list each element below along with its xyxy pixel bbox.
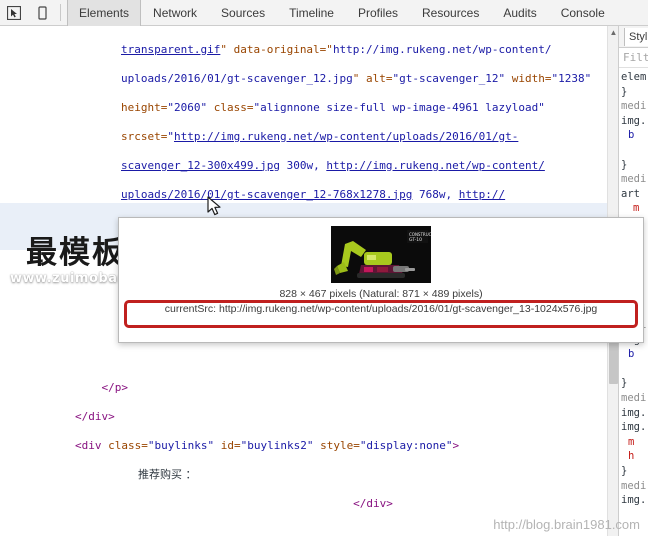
tab-profiles[interactable]: Profiles <box>346 0 410 26</box>
devtools-toolbar: Elements Network Sources Timeline Profil… <box>0 0 648 26</box>
styles-filter-input[interactable]: Filter <box>619 48 648 68</box>
tab-console[interactable]: Console <box>549 0 617 26</box>
tab-resources[interactable]: Resources <box>410 0 491 26</box>
code-token: > <box>452 438 460 452</box>
code-line: </p> <box>75 381 602 396</box>
style-rule-line: medi <box>621 479 647 492</box>
code-line: uploads/2016/01/gt-scavenger_12.jpg" alt… <box>121 72 598 87</box>
style-rule-line: medi <box>621 100 647 113</box>
style-rule-line: img. <box>621 406 647 419</box>
code-token[interactable]: uploads/2016/01/gt-scavenger_12-768x1278… <box>121 188 412 201</box>
style-rule-line: medi <box>621 392 647 405</box>
toolbar-divider <box>60 4 61 21</box>
code-token: srcset= <box>121 129 168 143</box>
code-line: 推荐购买 ： <box>75 468 602 483</box>
code-token: class= <box>207 100 254 114</box>
code-token: "alignnone size-full wp-image-4961 lazyl… <box>253 100 545 114</box>
code-token: 300w, <box>279 158 327 172</box>
style-rule-line: b <box>628 129 635 142</box>
device-toolbar-icon[interactable] <box>28 0 56 25</box>
scroll-up-arrow-icon[interactable]: ▲ <box>609 28 618 38</box>
code-token: class= <box>101 438 148 452</box>
code-line: height="2060" class="alignnone size-full… <box>121 101 598 116</box>
styles-tab-bar: Styl <box>619 26 648 48</box>
code-line: srcset="http://img.rukeng.net/wp-content… <box>121 130 598 145</box>
inspect-element-icon[interactable] <box>0 0 28 25</box>
code-token: "gt-scavenger_12" <box>392 71 506 85</box>
tab-elements[interactable]: Elements <box>67 0 142 26</box>
code-token: style= <box>313 438 360 452</box>
style-rule-line: medi <box>621 173 647 186</box>
style-rule-line: m <box>628 435 635 448</box>
code-token: <div <box>75 438 102 452</box>
code-token: " <box>167 129 174 143</box>
dom-tree-bottom[interactable]: </p> </div> <div class="buylinks" id="bu… <box>0 366 610 536</box>
image-current-src-text: currentSrc: http://img.rukeng.net/wp-con… <box>119 303 643 315</box>
code-token: "1238" <box>551 71 592 85</box>
image-dimensions-text: 828 × 467 pixels (Natural: 871 × 489 pix… <box>279 288 483 300</box>
style-rule-line: } <box>621 85 628 98</box>
code-token[interactable]: http://img.rukeng.net/wp-content/ <box>326 159 545 172</box>
style-rule-line: img. <box>621 421 647 434</box>
style-rule-line <box>621 143 648 158</box>
devtools-tab-bar: Elements Network Sources Timeline Profil… <box>67 0 617 26</box>
code-token: </div> <box>353 496 393 510</box>
tab-network[interactable]: Network <box>141 0 209 26</box>
image-thumbnail: CONSTRUCT GT-10 <box>331 226 431 283</box>
code-token: </p> <box>101 380 129 394</box>
style-rule-line: } <box>621 158 628 171</box>
style-rule-line: } <box>621 377 628 390</box>
code-token: height= <box>121 100 168 114</box>
code-line: transparent.gif" data-original="http://i… <box>121 43 598 58</box>
devtools-window: Elements Network Sources Timeline Profil… <box>0 0 648 536</box>
code-token: </div> <box>75 409 115 423</box>
style-rule-line: h <box>628 450 635 463</box>
style-rule-line: m <box>633 202 640 215</box>
style-rule-line: img. <box>621 494 647 507</box>
code-line: uploads/2016/01/gt-scavenger_12-768x1278… <box>121 188 598 203</box>
code-token: width= <box>505 71 552 85</box>
code-token: "buylinks" <box>147 438 215 452</box>
image-preview-tooltip: CONSTRUCT GT-10 828 × 467 pixels (Natura… <box>118 217 644 343</box>
tab-sources[interactable]: Sources <box>209 0 277 26</box>
code-token: id= <box>214 438 241 452</box>
style-rule-line: } <box>621 465 628 478</box>
style-rule-line <box>621 362 648 377</box>
code-token: " alt= <box>352 71 393 85</box>
code-line: scavenger_12-300x499.jpg 300w, http://im… <box>121 159 598 174</box>
code-token: "2060" <box>167 100 208 114</box>
code-token[interactable]: scavenger_12-300x499.jpg <box>121 159 280 172</box>
tab-styles[interactable]: Styl <box>624 27 648 46</box>
style-rule-line: elem <box>621 71 647 83</box>
code-line: </div> <box>75 497 602 512</box>
code-token[interactable]: transparent.gif <box>121 43 220 56</box>
code-text-node: 推荐购买 ： <box>137 467 197 481</box>
code-line: <div class="buylinks" id="buylinks2" sty… <box>75 439 602 454</box>
tooltip-thumbnail-wrap: CONSTRUCT GT-10 <box>119 218 643 283</box>
current-src-label: currentSrc: <box>164 303 219 315</box>
code-token: http://img.rukeng.net/wp-content/ <box>332 42 552 56</box>
code-token[interactable]: http://img.rukeng.net/wp-content/uploads… <box>174 130 518 143</box>
code-line: </div> <box>75 410 602 425</box>
svg-text:GT-10: GT-10 <box>409 237 422 243</box>
style-rule-line: img. <box>621 114 647 127</box>
tab-audits[interactable]: Audits <box>491 0 548 26</box>
code-token: "buylinks2" <box>240 438 314 452</box>
style-rule-line: art <box>621 187 640 200</box>
svg-text:CONSTRUCT: CONSTRUCT <box>409 232 431 237</box>
code-token[interactable]: http:// <box>459 188 505 201</box>
code-token: 768w, <box>412 187 459 201</box>
style-rule-line: b <box>628 348 635 361</box>
tab-timeline[interactable]: Timeline <box>277 0 346 26</box>
code-token: " data-original=" <box>220 42 333 56</box>
current-src-url: http://img.rukeng.net/wp-content/uploads… <box>219 303 598 315</box>
code-token: uploads/2016/01/gt-scavenger_12.jpg <box>121 71 353 85</box>
code-token: "display:none" <box>359 438 453 452</box>
